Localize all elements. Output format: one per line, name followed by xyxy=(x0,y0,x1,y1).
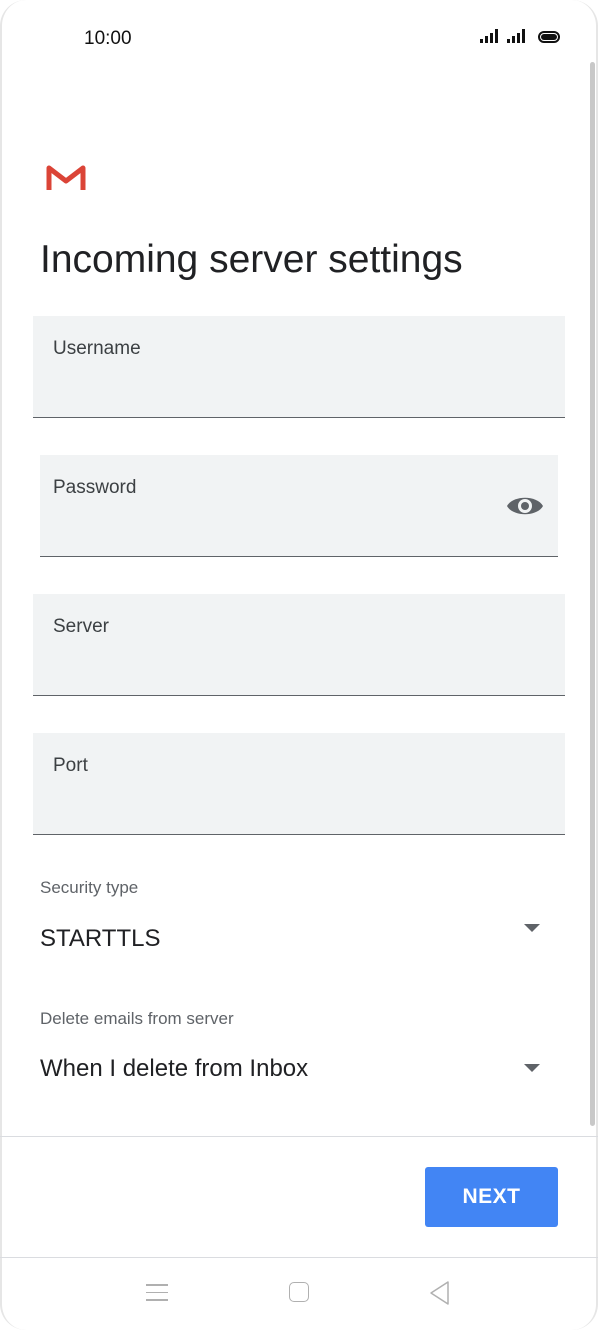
username-label: Username xyxy=(53,338,141,359)
password-label: Password xyxy=(53,477,137,498)
eye-icon[interactable] xyxy=(506,493,544,519)
username-field[interactable]: Username xyxy=(33,316,565,418)
chevron-down-icon[interactable] xyxy=(524,924,540,932)
next-button[interactable]: NEXT xyxy=(425,1167,558,1227)
home-icon[interactable] xyxy=(289,1282,309,1302)
signal-icon xyxy=(480,29,498,43)
delete-emails-select[interactable]: When I delete from Inbox xyxy=(40,1055,308,1083)
server-label: Server xyxy=(53,616,109,637)
status-time: 10:00 xyxy=(84,28,132,49)
signal-icon-2 xyxy=(507,29,525,43)
battery-icon xyxy=(538,31,560,43)
password-field[interactable]: Password xyxy=(40,455,558,557)
gmail-logo-icon xyxy=(46,165,86,190)
status-icons xyxy=(480,29,560,43)
port-label: Port xyxy=(53,755,88,776)
delete-emails-label: Delete emails from server xyxy=(40,1009,234,1028)
security-type-select[interactable]: STARTTLS xyxy=(40,925,160,953)
scrollbar[interactable] xyxy=(590,62,595,1126)
chevron-down-icon[interactable] xyxy=(524,1064,540,1072)
port-field[interactable]: Port xyxy=(33,733,565,835)
back-icon[interactable] xyxy=(428,1280,452,1306)
menu-icon[interactable] xyxy=(146,1284,168,1301)
page-title: Incoming server settings xyxy=(40,238,463,281)
nav-divider xyxy=(0,1257,598,1258)
system-nav-bar xyxy=(0,1262,598,1330)
footer-divider xyxy=(0,1136,598,1137)
security-type-label: Security type xyxy=(40,878,139,897)
status-bar: 10:00 xyxy=(0,0,598,80)
server-field[interactable]: Server xyxy=(33,594,565,696)
